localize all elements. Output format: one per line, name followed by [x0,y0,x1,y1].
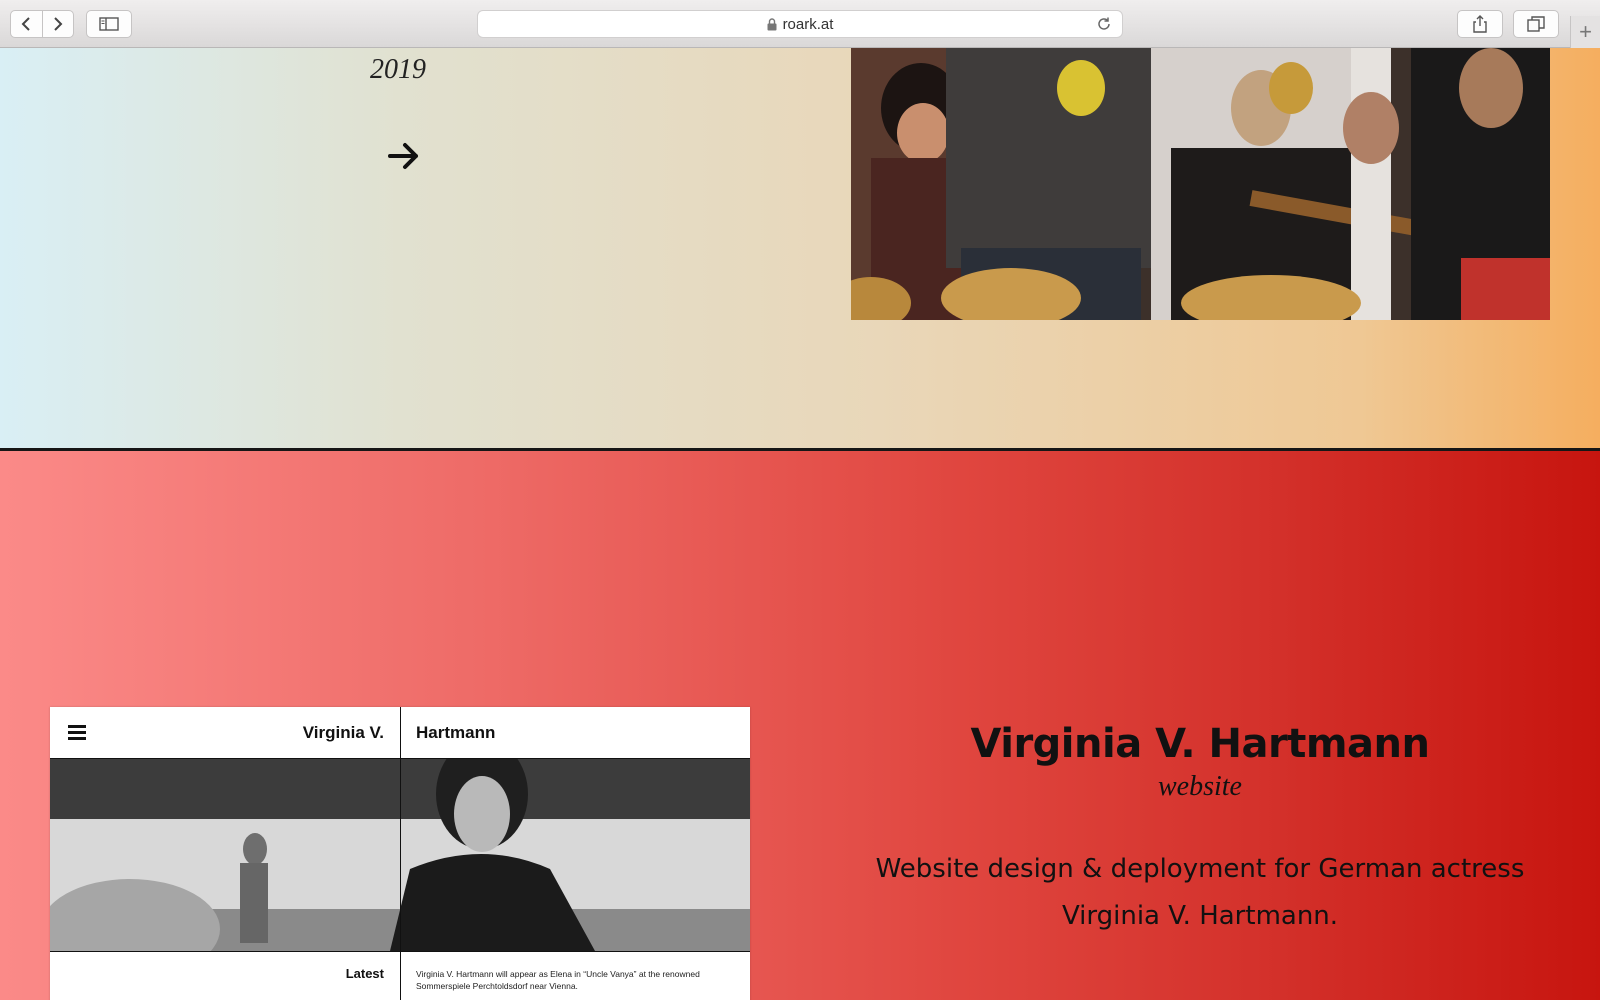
mockup-news-text: Virginia V. Hartmann will appear as Elen… [416,969,700,991]
mockup-first-name: Virginia V. [302,723,384,742]
sidebar-icon [99,17,119,31]
mockup-last-name: Hartmann [416,723,496,742]
back-button[interactable] [11,11,42,37]
orchestra-photo [851,48,1550,320]
lock-icon [767,17,777,30]
new-tab-button[interactable]: + [1570,16,1600,48]
browser-toolbar: roark.at + [0,0,1600,48]
tabs-icon [1527,16,1545,32]
forward-button[interactable] [41,11,74,37]
project-year: 2019 [370,54,426,85]
arrow-right-icon[interactable] [386,138,422,174]
plus-icon: + [1579,19,1592,44]
project-description: Website design & deployment for German a… [875,854,1525,931]
tabs-overview-button[interactable] [1513,10,1559,38]
url-text: roark.at [782,15,834,33]
orchestra-photo-art [851,48,1550,320]
nav-buttons [10,10,74,38]
project-title: Virginia V. Hartmann [970,721,1430,767]
project-subtitle: website [1158,771,1242,802]
share-button[interactable] [1457,10,1503,38]
sidebar-button[interactable] [86,10,132,38]
project-section-hartmann: Virginia V. Hartmann Latest Virginia V. … [0,451,1600,1000]
chevron-left-icon [21,17,30,31]
chevron-right-icon [54,17,63,31]
share-icon [1473,15,1487,33]
mockup-latest-label: Latest [345,966,384,981]
website-mockup[interactable]: Virginia V. Hartmann Latest Virginia V. … [50,707,750,1000]
hamburger-menu-icon [68,725,86,740]
project-section-previous: 2019 [0,48,1600,448]
reload-icon[interactable] [1096,16,1112,32]
address-bar[interactable]: roark.at [477,10,1123,38]
mockup-divider [400,707,401,1000]
